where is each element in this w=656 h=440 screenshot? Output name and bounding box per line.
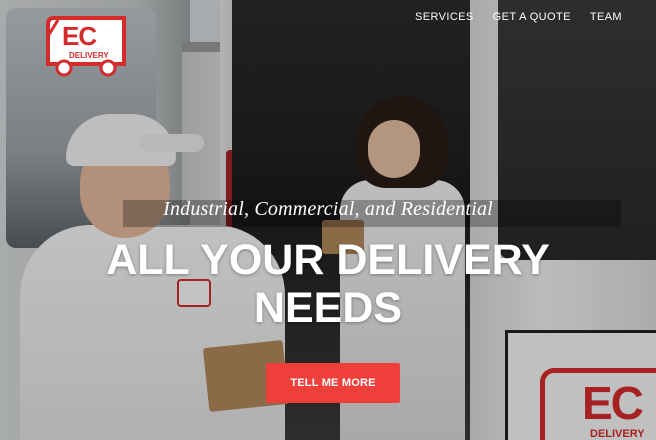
logo-text: EC	[62, 21, 97, 51]
main-nav: SERVICES GET A QUOTE TEAM	[415, 11, 622, 23]
tell-me-more-button[interactable]: TELL ME MORE	[266, 363, 400, 403]
hero-headline-line-2: NEEDS	[253, 284, 403, 332]
hero-headline-line-1: ALL YOUR DELIVERY	[106, 236, 550, 284]
hero-section: EC DELIVERY EC DELIVERY SERVICES GET A Q…	[0, 0, 656, 440]
nav-link-get-a-quote[interactable]: GET A QUOTE	[493, 11, 571, 23]
nav-link-services[interactable]: SERVICES	[415, 11, 474, 23]
delivery-truck-logo-icon: EC DELIVERY	[46, 16, 126, 77]
brand-logo[interactable]: EC DELIVERY	[42, 14, 128, 78]
hero-headline: ALL YOUR DELIVERY NEEDS	[0, 236, 656, 332]
nav-link-team[interactable]: TEAM	[590, 11, 622, 23]
logo-subtext: DELIVERY	[69, 51, 109, 60]
hero-subtitle: Industrial, Commercial, and Residential	[163, 198, 493, 220]
